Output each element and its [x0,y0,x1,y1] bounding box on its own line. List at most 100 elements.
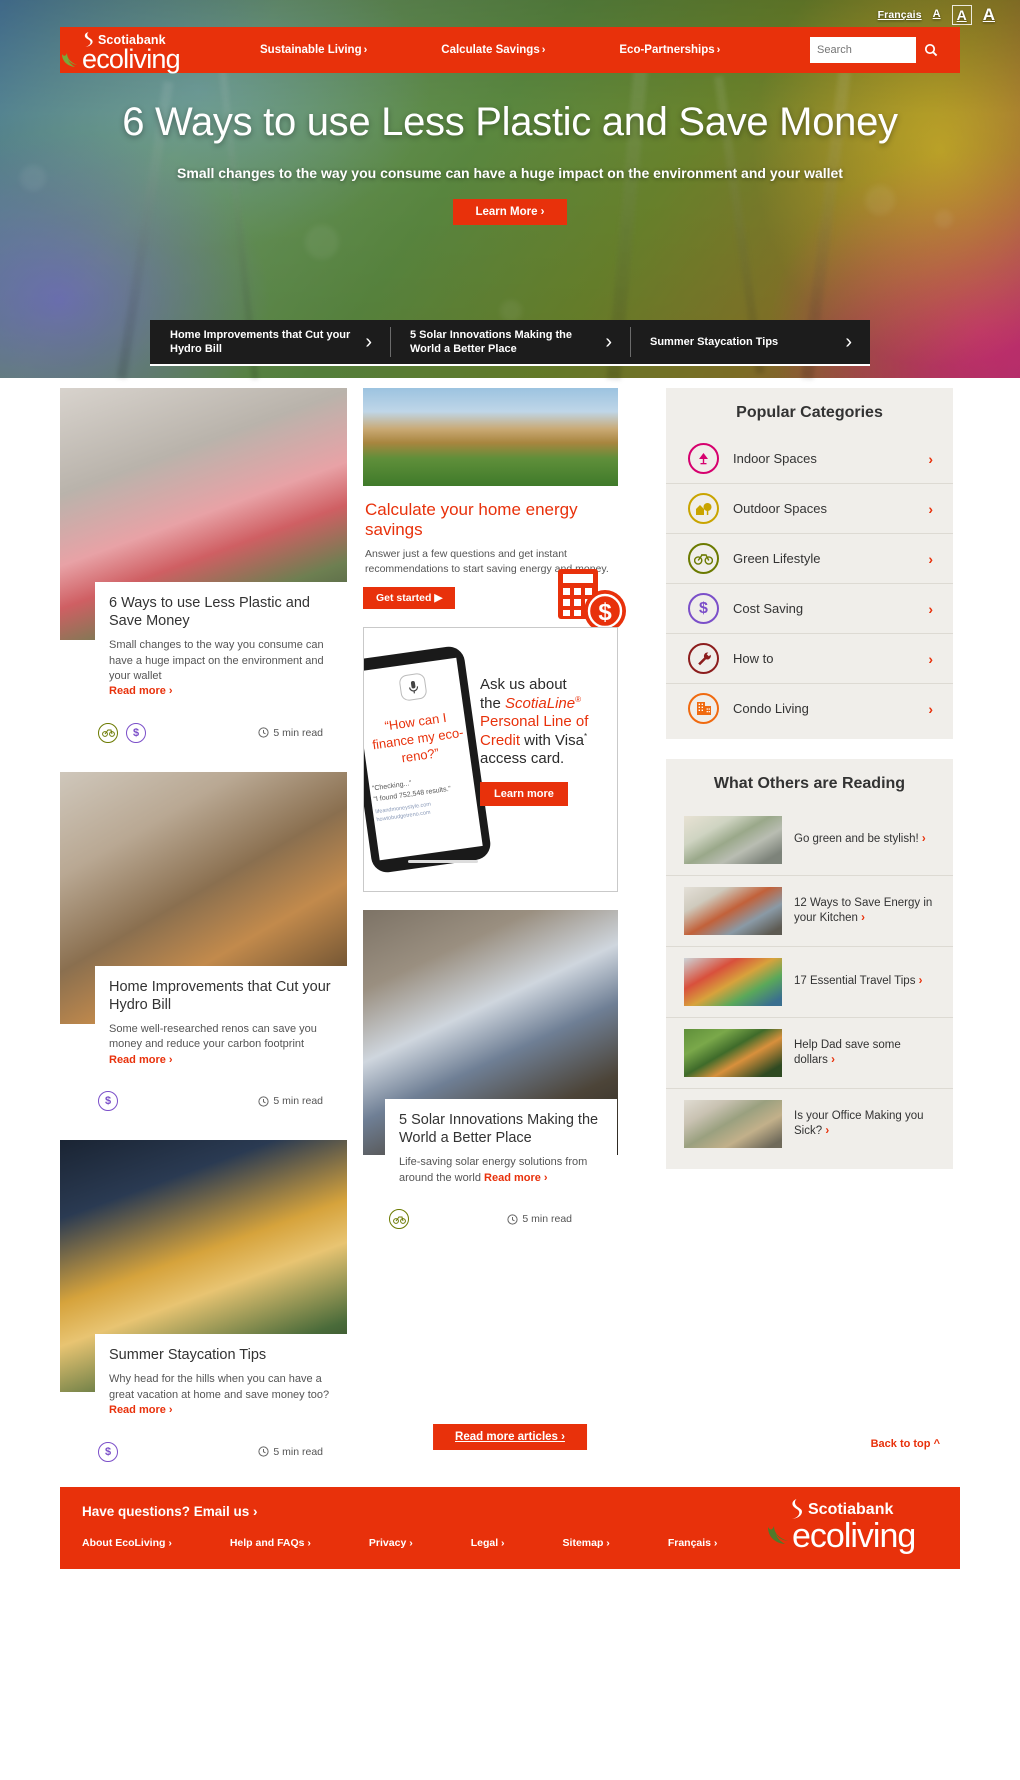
reading-item-title-text: 17 Essential Travel Tips [794,975,916,988]
footer-link-legal[interactable]: Legal › [471,1537,505,1549]
category-item-cost-saving[interactable]: $ Cost Saving › [666,583,953,633]
leaf-icon [62,53,77,67]
article-read-time: 5 min read [507,1213,572,1225]
read-more-articles-button[interactable]: Read more articles › [433,1424,587,1450]
dollar-icon: $ [688,593,719,624]
ad-registered-mark: ® [575,694,581,704]
article-tag-icons: $ [98,1091,118,1112]
chevron-right-icon: › [845,330,852,353]
reading-item-title: Help Dad save some dollars › [794,1038,935,1068]
search-icon [924,43,938,57]
phone-cable [408,860,478,864]
article-read-more-link[interactable]: Read more › [109,1054,173,1066]
language-toggle-link[interactable]: Français [878,9,922,21]
font-size-large-button[interactable]: A [980,4,998,25]
category-label: Outdoor Spaces [733,501,827,516]
bicycle-icon[interactable] [98,722,118,743]
carousel-item-title: Home Improvements that Cut your Hydro Bi… [170,328,351,355]
category-item-how-to[interactable]: How to › [666,633,953,683]
carousel-item-1[interactable]: 5 Solar Innovations Making the World a B… [390,320,630,364]
category-item-indoor-spaces[interactable]: Indoor Spaces › [666,434,953,483]
article-meta: 5 min read [389,1204,618,1234]
chevron-right-icon: › [861,912,865,924]
footer-email-us-link[interactable]: Have questions? Email us › [82,1504,258,1519]
footer-logo[interactable]: Scotiabank ecoliving [768,1499,930,1563]
chevron-right-icon: › [928,450,933,467]
reading-list-item-0[interactable]: Go green and be stylish! › [666,805,953,875]
font-size-small-button[interactable]: A [930,7,944,22]
article-read-more-link[interactable]: Read more › [109,1404,173,1416]
chevron-right-icon: › [825,1125,830,1137]
reading-item-title: 12 Ways to Save Energy in your Kitchen › [794,896,935,926]
article-read-more-link[interactable]: Read more › [484,1172,548,1184]
popular-categories-panel: Popular Categories Indoor Spaces › Outdo… [666,388,953,739]
ad-copy: Ask us about the ScotiaLine® Personal Li… [480,676,612,807]
reading-list-item-1[interactable]: 12 Ways to Save Energy in your Kitchen › [666,875,953,946]
chevron-right-icon: › [928,550,933,567]
scotiabank-mark-icon [792,1499,803,1519]
article-read-time: 5 min read [258,727,323,739]
article-read-time: 5 min read [258,1095,323,1107]
chevron-right-icon: › [928,700,933,717]
carousel-item-2[interactable]: Summer Staycation Tips › [630,320,870,364]
footer-link-privacy[interactable]: Privacy › [369,1537,413,1549]
dollar-icon[interactable]: $ [126,722,146,743]
chevron-right-icon: › [605,330,612,353]
category-item-condo-living[interactable]: Condo Living › [666,683,953,733]
nav-link-calculate-savings[interactable]: Calculate Savings › [441,44,545,56]
what-others-reading-panel: What Others are Reading Go green and be … [666,759,953,1169]
category-label: How to [733,651,774,666]
read-time-text: 5 min read [522,1213,572,1226]
article-card-hydro[interactable]: Home Improvements that Cut your Hydro Bi… [60,771,347,1116]
category-item-outdoor-spaces[interactable]: Outdoor Spaces › [666,483,953,533]
category-item-green-lifestyle[interactable]: Green Lifestyle › [666,533,953,583]
footer-link-help-and-faqs[interactable]: Help and FAQs › [230,1537,311,1549]
article-description: Some well-researched renos can save you … [109,1022,333,1068]
article-read-more-link[interactable]: Read more › [109,685,173,697]
search-button[interactable] [916,37,946,63]
article-column-left: 6 Ways to use Less Plastic and Save Mone… [60,388,347,1475]
carousel-item-title: 5 Solar Innovations Making the World a B… [410,328,572,355]
energy-calculator-promo[interactable]: $ Calculate your home energy savings Ans… [363,388,626,633]
reading-list-item-4[interactable]: Is your Office Making you Sick? › [666,1088,953,1159]
site-logo[interactable]: Scotiabank ecoliving [60,27,240,73]
read-time-text: 5 min read [273,1095,323,1108]
article-description: Why head for the hills when you can have… [109,1372,333,1418]
nav-label: Eco-Partnerships [619,44,715,56]
main-navigation: Sustainable Living › Calculate Savings › E… [240,44,810,56]
read-time-text: 5 min read [273,726,323,739]
ad-learn-more-button[interactable]: Learn more [480,782,568,807]
chevron-up-icon: ^ [933,1438,940,1450]
carousel-item-title: Summer Staycation Tips [650,335,779,348]
ad-asterisk-mark: * [583,731,588,741]
article-card-plastic[interactable]: 6 Ways to use Less Plastic and Save Mone… [60,388,347,748]
reading-list-item-3[interactable]: Help Dad save some dollars › [666,1017,953,1088]
carousel-item-0[interactable]: Home Improvements that Cut your Hydro Bi… [150,320,390,364]
popular-categories-heading: Popular Categories [736,404,883,421]
reading-item-title-text: Go green and be stylish! [794,833,919,846]
dollar-icon[interactable]: $ [98,1091,118,1112]
scotialine-credit-ad[interactable]: “How can I finance my eco-reno?” “Checki… [363,627,618,893]
hero-learn-more-button[interactable]: Learn More › [453,199,567,226]
play-triangle-icon: ▶ [434,592,443,605]
article-card-body: 6 Ways to use Less Plastic and Save Mone… [95,582,347,710]
font-size-medium-button[interactable]: A [951,4,972,25]
reading-item-title: Is your Office Making you Sick? › [794,1109,935,1139]
reading-list-item-2[interactable]: 17 Essential Travel Tips › [666,946,953,1017]
bicycle-icon[interactable] [389,1209,409,1230]
nav-link-eco-partnerships[interactable]: Eco-Partnerships › [619,44,720,56]
promo-title: Calculate your home energy savings [365,500,578,540]
article-card-staycation[interactable]: Summer Staycation Tips Why head for the … [60,1140,347,1466]
article-card-solar[interactable]: 5 Solar Innovations Making the World a B… [363,910,618,1234]
category-label: Condo Living [733,701,809,716]
back-to-top-link[interactable]: Back to top ^ [871,1438,940,1450]
promo-column-middle: $ Calculate your home energy savings Ans… [363,388,650,1242]
footer-link-about-ecoliving[interactable]: About EcoLiving › [82,1537,172,1549]
nav-link-sustainable-living[interactable]: Sustainable Living › [260,44,367,56]
sidebar-column-right: Popular Categories Indoor Spaces › Outdo… [666,388,953,1189]
article-desc-text: Some well-researched renos can save you … [109,1023,317,1051]
footer-link-francais[interactable]: Français › [668,1537,718,1549]
footer-link-sitemap[interactable]: Sitemap › [563,1537,610,1549]
get-started-button[interactable]: Get started ▶ [363,587,456,610]
search-input[interactable] [810,37,916,63]
